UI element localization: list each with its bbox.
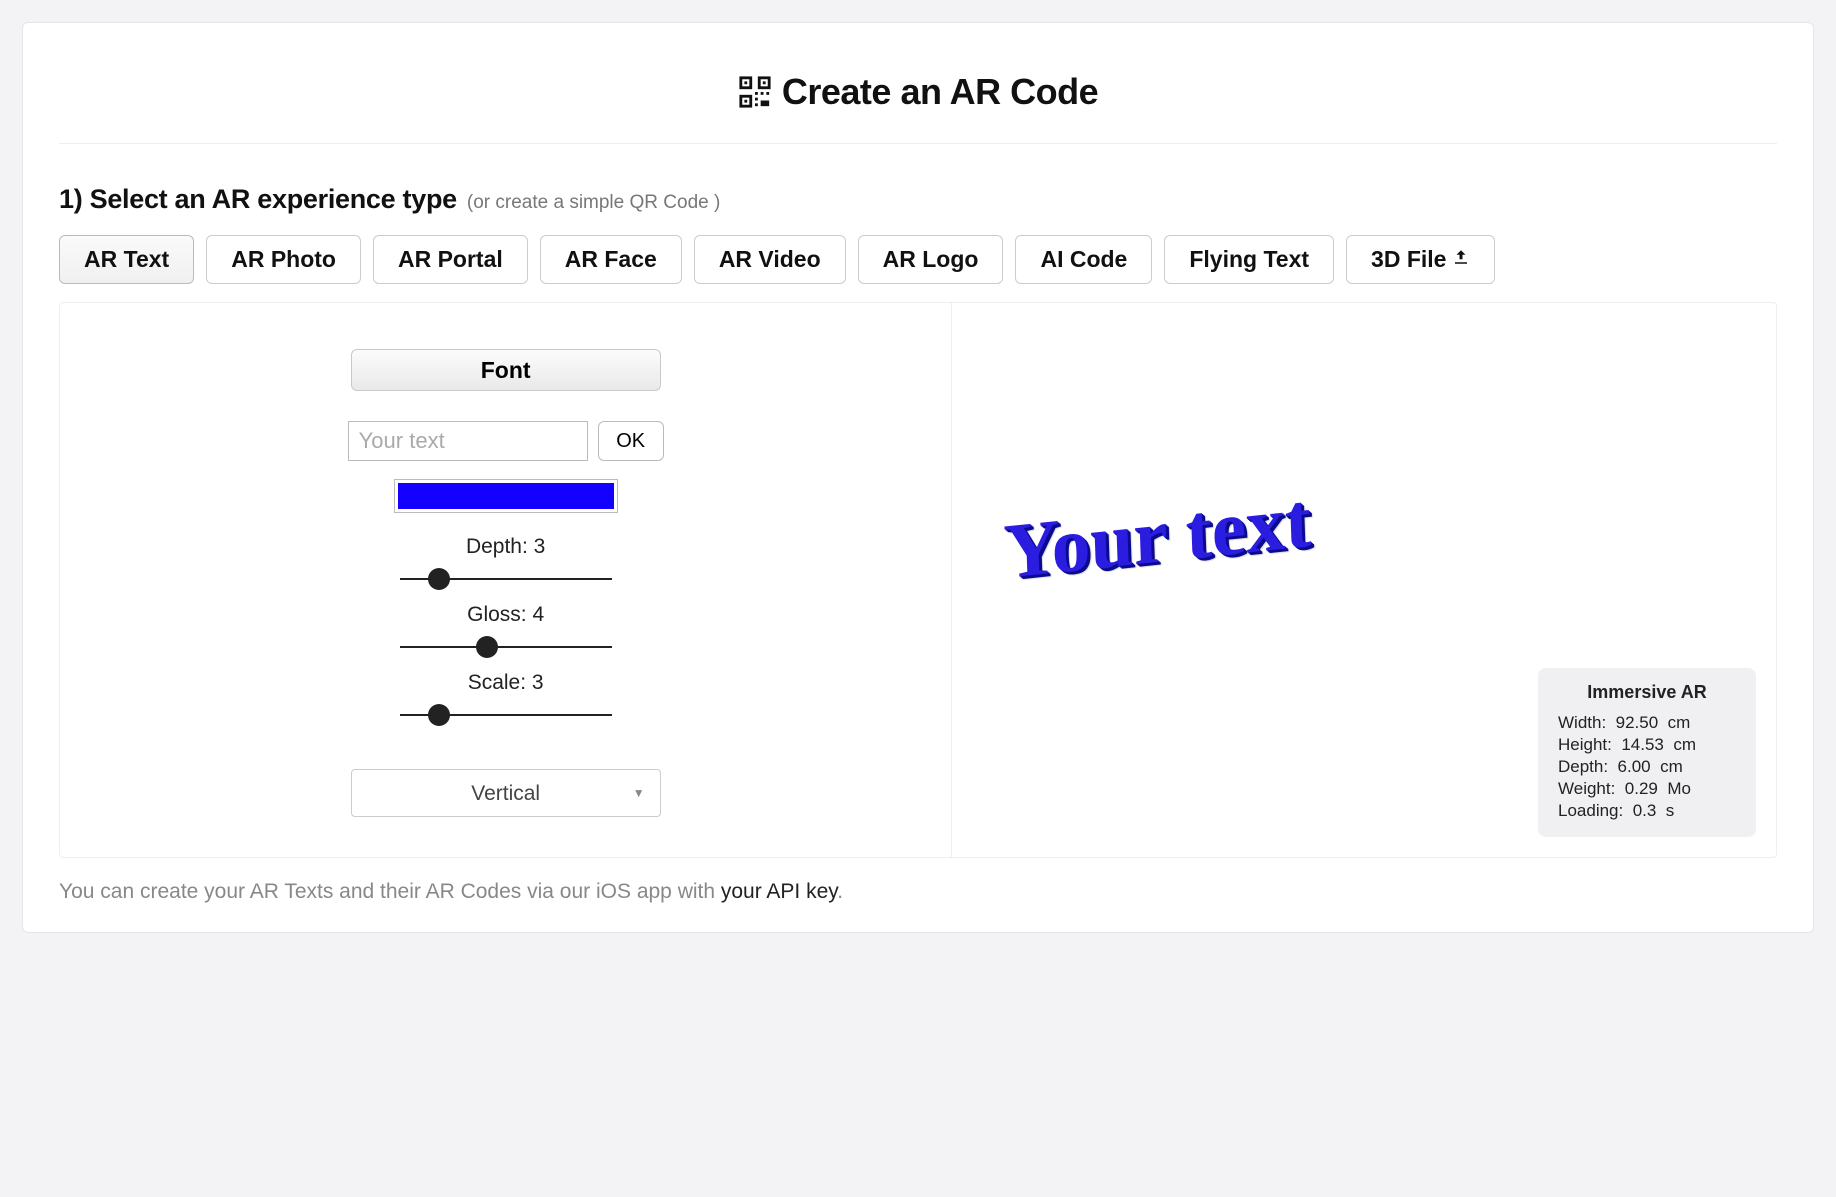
info-row-height: Height: 14.53 cm xyxy=(1558,735,1736,755)
tab-ar-logo[interactable]: AR Logo xyxy=(858,235,1004,284)
upload-icon xyxy=(1452,248,1470,272)
api-key-link[interactable]: your API key xyxy=(721,880,837,903)
info-label: Depth: xyxy=(1558,757,1608,776)
info-unit: cm xyxy=(1668,713,1691,732)
font-button[interactable]: Font xyxy=(351,349,661,391)
tab-label: AR Logo xyxy=(883,246,979,273)
depth-slider-group: Depth: 3 xyxy=(400,535,612,585)
slider-value: 3 xyxy=(532,671,544,694)
orientation-select[interactable]: Vertical xyxy=(351,769,661,817)
footnote: You can create your AR Texts and their A… xyxy=(59,880,1777,904)
tab-3d-file[interactable]: 3D File xyxy=(1346,235,1495,284)
editor-panel: Font OK Depth: 3 Gloss: 4 xyxy=(59,302,1777,858)
text-input-row: OK xyxy=(348,421,664,461)
scale-slider[interactable] xyxy=(400,714,612,716)
main-card: Create an AR Code 1) Select an AR experi… xyxy=(22,22,1814,933)
step1-heading: 1) Select an AR experience type xyxy=(59,184,457,215)
slider-value: 4 xyxy=(532,603,544,626)
color-picker-wrap xyxy=(394,479,618,513)
scale-slider-group: Scale: 3 xyxy=(400,671,612,721)
info-unit: s xyxy=(1666,801,1675,820)
info-row-loading: Loading: 0.3 s xyxy=(1558,801,1736,821)
info-label: Weight: xyxy=(1558,779,1615,798)
gloss-slider[interactable] xyxy=(400,646,612,648)
slider-label-text: Gloss: xyxy=(467,603,527,626)
slider-label-text: Scale: xyxy=(468,671,526,694)
info-unit: cm xyxy=(1673,735,1696,754)
tab-ar-portal[interactable]: AR Portal xyxy=(373,235,528,284)
gloss-slider-group: Gloss: 4 xyxy=(400,603,612,653)
footnote-text: You can create your AR Texts and their A… xyxy=(59,880,721,903)
info-unit: cm xyxy=(1660,757,1683,776)
tab-ar-face[interactable]: AR Face xyxy=(540,235,682,284)
tab-label: AR Portal xyxy=(398,246,503,273)
slider-value: 3 xyxy=(534,535,546,558)
info-title: Immersive AR xyxy=(1558,682,1736,703)
tab-ai-code[interactable]: AI Code xyxy=(1015,235,1152,284)
info-value: 14.53 xyxy=(1621,735,1664,754)
info-value: 92.50 xyxy=(1616,713,1659,732)
info-label: Width: xyxy=(1558,713,1606,732)
depth-slider[interactable] xyxy=(400,578,612,580)
footnote-suffix: . xyxy=(837,880,843,903)
preview-3d-text: Your text xyxy=(1002,431,1726,597)
tab-label: AR Text xyxy=(84,246,169,273)
tab-label: Flying Text xyxy=(1189,246,1309,273)
experience-type-tabs: AR Text AR Photo AR Portal AR Face AR Vi… xyxy=(59,235,1777,284)
color-picker[interactable] xyxy=(398,483,614,509)
editor-controls: Font OK Depth: 3 Gloss: 4 xyxy=(60,303,952,857)
gloss-label: Gloss: 4 xyxy=(400,603,612,627)
info-row-width: Width: 92.50 cm xyxy=(1558,713,1736,733)
tab-ar-video[interactable]: AR Video xyxy=(694,235,846,284)
step1-hint: (or create a simple QR Code ) xyxy=(467,192,720,214)
info-value: 0.29 xyxy=(1625,779,1658,798)
info-label: Height: xyxy=(1558,735,1612,754)
tab-label: AR Video xyxy=(719,246,821,273)
divider xyxy=(59,143,1777,144)
info-unit: Mo xyxy=(1667,779,1691,798)
immersive-ar-info: Immersive AR Width: 92.50 cm Height: 14.… xyxy=(1538,668,1756,837)
tab-flying-text[interactable]: Flying Text xyxy=(1164,235,1334,284)
tab-ar-photo[interactable]: AR Photo xyxy=(206,235,361,284)
tab-label: AR Face xyxy=(565,246,657,273)
ok-button[interactable]: OK xyxy=(598,421,664,461)
page-title-row: Create an AR Code xyxy=(59,71,1777,113)
depth-label: Depth: 3 xyxy=(400,535,612,559)
step1-heading-row: 1) Select an AR experience type (or crea… xyxy=(59,184,1777,215)
page-title: Create an AR Code xyxy=(782,71,1098,113)
qr-code-icon xyxy=(738,75,772,109)
tab-label: 3D File xyxy=(1371,246,1446,273)
info-label: Loading: xyxy=(1558,801,1623,820)
preview-pane: Your text Immersive AR Width: 92.50 cm H… xyxy=(952,303,1776,857)
tab-ar-text[interactable]: AR Text xyxy=(59,235,194,284)
scale-label: Scale: 3 xyxy=(400,671,612,695)
tab-label: AR Photo xyxy=(231,246,336,273)
info-value: 6.00 xyxy=(1618,757,1651,776)
info-row-weight: Weight: 0.29 Mo xyxy=(1558,779,1736,799)
slider-label-text: Depth: xyxy=(466,535,528,558)
info-value: 0.3 xyxy=(1633,801,1657,820)
text-input[interactable] xyxy=(348,421,588,461)
tab-label: AI Code xyxy=(1040,246,1127,273)
orientation-select-wrap: Vertical ▼ xyxy=(351,769,661,817)
info-row-depth: Depth: 6.00 cm xyxy=(1558,757,1736,777)
